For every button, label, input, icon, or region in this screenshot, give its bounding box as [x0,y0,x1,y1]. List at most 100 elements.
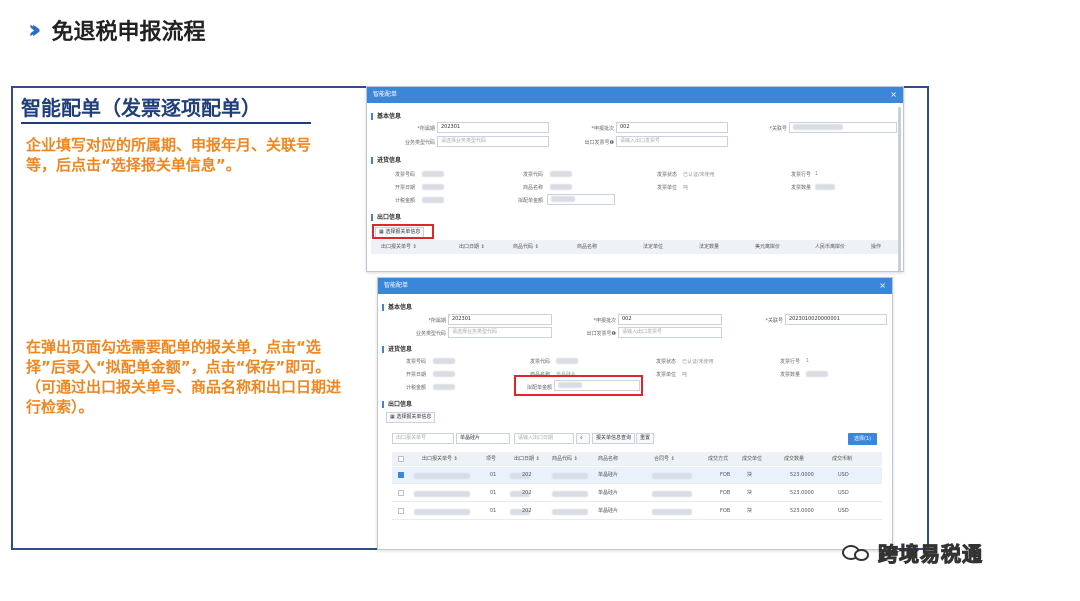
watermark-text: 跨境易税通 [878,542,983,567]
select-customs-label: 选择报关单信息 [396,414,432,420]
blurred-value [433,371,455,377]
invoice-status-label: 发票状态 [655,359,676,365]
invoice-status-value: 已认证/未使用 [682,359,714,365]
close-icon[interactable]: × [879,278,886,294]
invoice-status-value: 已认证/未使用 [683,172,715,178]
dialog-titlebar: 智能配单 × [378,278,892,294]
table-header-cell: 法定数量 [699,244,720,250]
invoice-qty-label: 发票数量 [779,372,800,378]
goods-name-cell: 单晶硅片 [598,490,619,496]
table-header-cell[interactable]: 商品代码 ⇕ [513,240,539,254]
export-invoice-input[interactable]: 请输入出口发票号 [618,327,722,338]
highlight-planned-amount [514,375,643,396]
invoice-code-label: 发票代码 [522,172,543,178]
invoice-row-value: 1 [806,358,810,364]
query-customs-button[interactable]: 报关单信息查询 [592,433,636,444]
table-header-cell: 成交单位 [742,456,763,462]
search-icon[interactable]: ⌕ [576,433,590,444]
item-no-cell: 01 [490,472,497,478]
export-date-search-input[interactable]: 请输入出口日期 [514,433,574,444]
biz-type-label: 业务类型代码 [404,140,435,146]
table-row[interactable]: 01 202 单晶硅片 FOB 块 523.0000 USD [392,503,882,520]
batch-input[interactable]: 002 [618,314,722,325]
period-input[interactable]: 202301 [448,314,552,325]
biz-type-select[interactable]: 请选择业务类型代码 [448,327,552,338]
close-icon[interactable]: × [890,87,897,103]
dialog-titlebar: 智能配单 × [367,87,903,103]
table-header-cell: 成交方式 [708,456,729,462]
table-header-cell: 商品名称 [598,456,619,462]
instruction-step-2: 在弹出页面勾选需要配单的报关单，点击“选择”后录入“拟配单金额”，点击“保存”即… [26,338,342,416]
table-header-cell[interactable]: 商品代码 ⇕ [552,452,578,466]
batch-input[interactable]: 002 [616,122,728,133]
table-header-cell[interactable]: 出口报关单号 ⇕ [381,240,417,254]
scrollbar[interactable] [898,107,901,271]
deal-unit-cell: 块 [747,472,753,478]
planned-amount-input[interactable] [547,194,615,205]
row-checkbox[interactable] [398,472,404,478]
invoice-unit-value: 吨 [682,372,688,378]
deal-method-cell: FOB [720,508,731,514]
issue-date-label: 开票日期 [394,185,415,191]
blurred-value [652,473,692,479]
blurred-value [414,473,470,479]
deal-method-cell: FOB [720,490,731,496]
highlight-select-customs [372,224,434,239]
table-header-cell[interactable]: 合同号 ⇕ [654,452,675,466]
invoice-row-value: 1 [815,171,819,177]
smart-match-dialog-1: 智能配单 × 基本信息 *所属期 202301 *申报批次 002 *关联号 业… [366,86,904,272]
table-header-cell: 成交币制 [832,456,853,462]
export-invoice-input[interactable]: 请输入出口发票号 [616,136,728,147]
planned-amount-label: 拟配单金额 [517,198,543,204]
invoice-unit-label: 发票单位 [655,372,676,378]
period-input[interactable]: 202301 [437,122,549,133]
instruction-step-1: 企业填写对应的所属期、申报年月、关联号等，后点击“选择报关单信息”。 [26,136,312,174]
biz-type-select[interactable]: 请选择业务类型代码 [437,136,549,147]
purchase-info-section: 进货信息 [371,157,401,164]
select-all-checkbox[interactable] [398,456,404,462]
dialog-title: 智能配单 [373,91,398,98]
relno-label: *关联号 [769,126,787,132]
currency-cell: USD [838,490,849,496]
period-label: *所属期 [417,126,435,132]
goods-name-cell: 单晶硅片 [598,472,619,478]
goods-name-search-input[interactable]: 单晶硅片 [456,433,510,444]
reset-button[interactable]: 重置 [636,433,655,444]
row-checkbox[interactable] [398,490,404,496]
select-customs-button[interactable]: ▦ 选择报关单信息 [386,412,436,423]
table-row[interactable]: 01 202 单晶硅片 FOB 块 523.0000 USD [392,467,882,484]
invoice-row-label: 发票行号 [790,172,811,178]
blurred-value [815,184,835,190]
export-info-section: 出口信息 [371,214,401,221]
section-heading: 智能配单（发票逐项配单） [21,96,261,120]
deal-unit-cell: 块 [747,508,753,514]
choose-button[interactable]: 选择(1) [848,433,878,445]
blurred-value [414,509,470,515]
table-header-cell: 商品名称 [577,244,598,250]
blurred-value [422,184,444,190]
export-info-section: 出口信息 [382,401,412,408]
batch-label: *申报批次 [593,318,616,324]
blurred-value [550,171,572,177]
table-header-cell[interactable]: 出口日期 ⇕ [514,452,540,466]
blurred-value [652,491,692,497]
table-row[interactable]: 01 202 单晶硅片 FOB 块 523.0000 USD [392,485,882,502]
batch-label: *申报批次 [591,126,614,132]
invoice-row-label: 发票行号 [779,359,800,365]
deal-qty-cell: 523.0000 [790,508,814,514]
table-header-cell[interactable]: 出口报关单号 ⇕ [422,452,458,466]
blurred-value [550,184,572,190]
relno-input[interactable] [789,122,897,133]
item-no-cell: 01 [490,508,497,514]
invoice-status-label: 发票状态 [656,172,677,178]
export-invoice-label: 出口发票号❶ [586,331,616,337]
basic-info-section: 基本信息 [382,304,412,311]
blurred-value [552,509,588,515]
relno-input[interactable]: 2023010020000001 [785,314,887,325]
row-checkbox[interactable] [398,508,404,514]
table-header-cell[interactable]: 出口日期 ⇕ [459,240,485,254]
goods-name-cell: 单晶硅片 [598,508,619,514]
table-header-cell: 人民币离岸价 [815,244,846,250]
customs-table-header: 出口报关单号 ⇕ 项号 出口日期 ⇕ 商品代码 ⇕ 商品名称 合同号 ⇕ 成交方式 成交单位 成… [392,452,882,466]
customs-no-search-input[interactable]: 出口报关单号 [392,433,454,444]
